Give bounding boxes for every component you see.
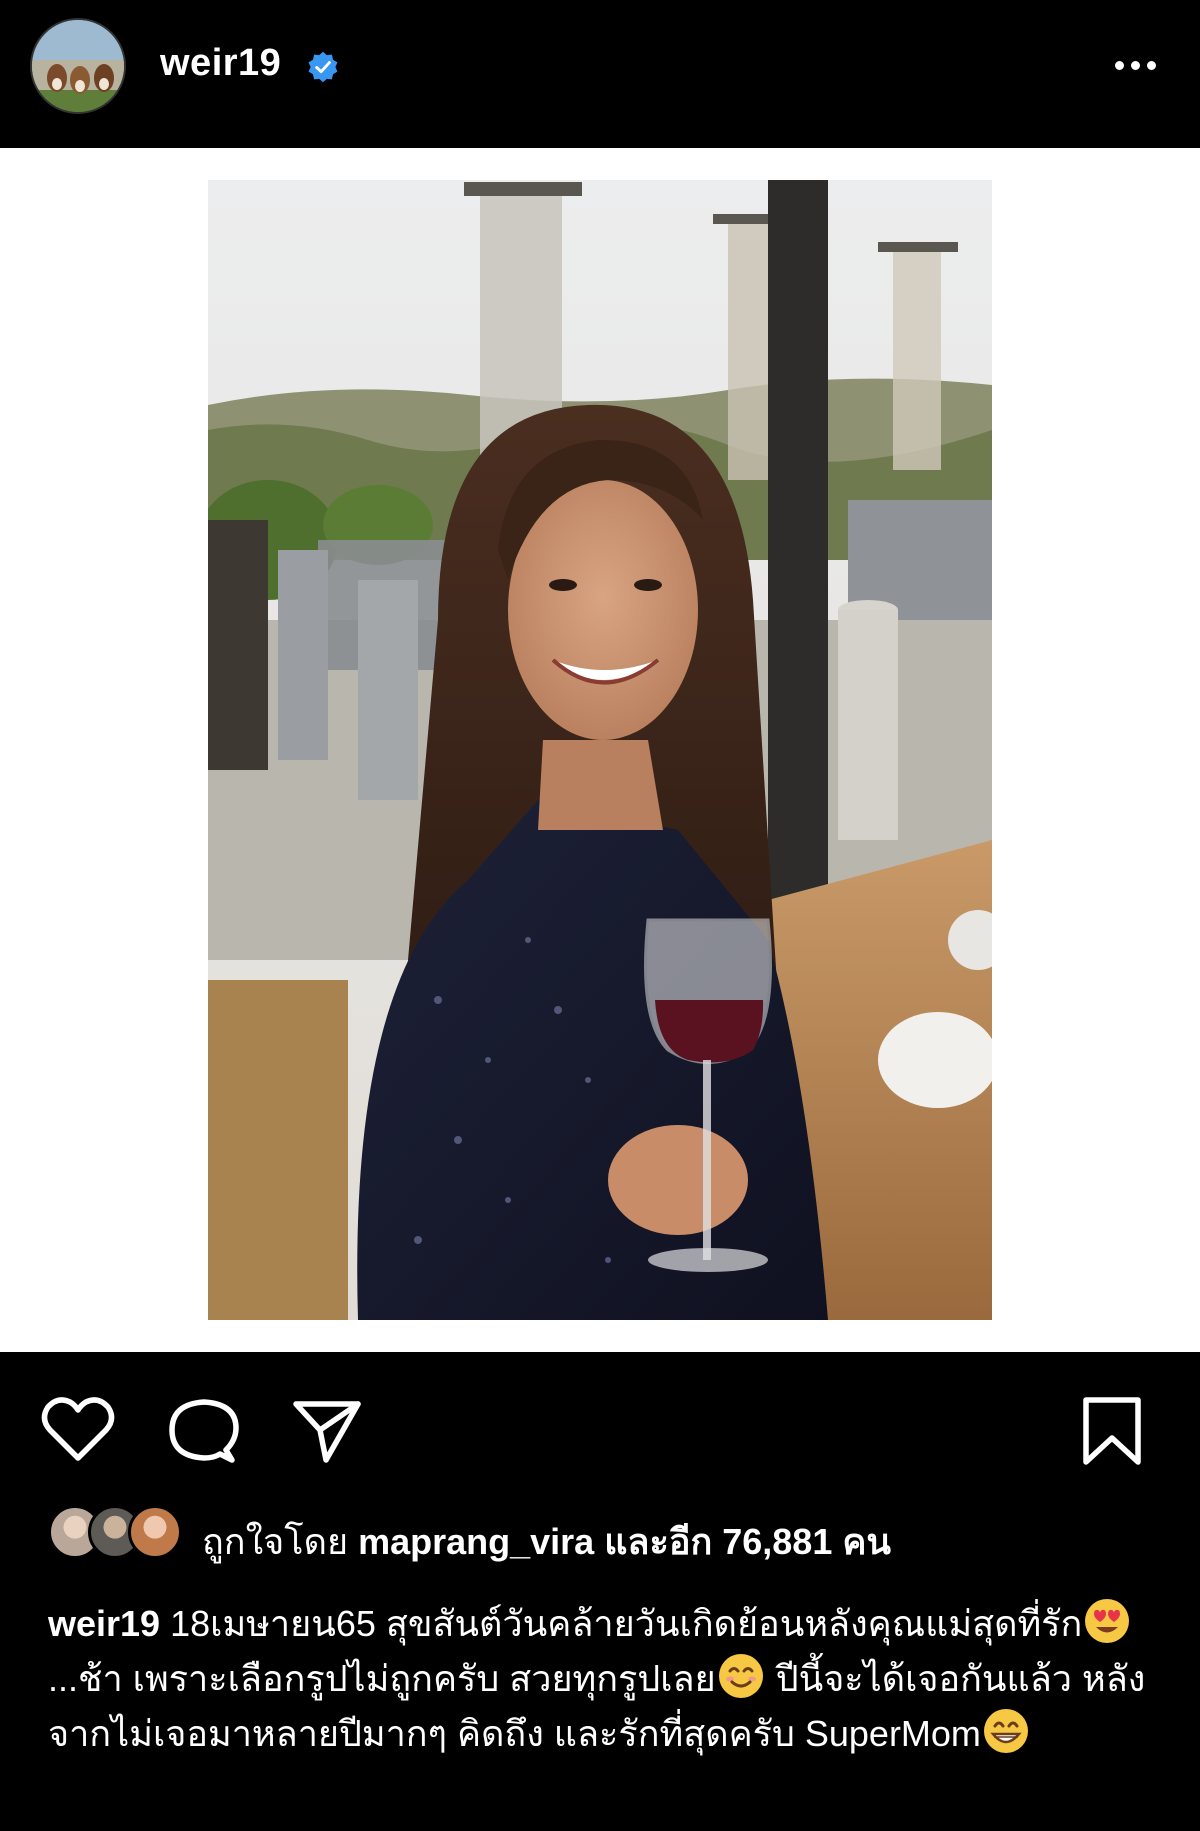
post-actions — [0, 1352, 1200, 1502]
likes-row: ถูกใจโดย maprang_vira และอีก 76,881 คน — [0, 1505, 1200, 1565]
send-icon[interactable] — [286, 1392, 366, 1468]
liker-avatars[interactable] — [48, 1505, 188, 1561]
post-header: weir19 — [0, 0, 1200, 148]
heart-eyes-emoji-icon — [1085, 1599, 1130, 1643]
bookmark-icon[interactable] — [1072, 1392, 1152, 1468]
profile-avatar[interactable] — [30, 18, 126, 114]
post-caption: weir19 18เมษายน65 สุขสันต์วันคล้ายวันเกิ… — [48, 1596, 1158, 1761]
caption-text-2: ...ช้า เพราะเลือกรูปไม่ถูกครับ สวยทุกรูป… — [48, 1658, 716, 1699]
likes-prefix: ถูกใจโดย — [202, 1521, 349, 1562]
caption-text-1: 18เมษายน65 สุขสันต์วันคล้ายวันเกิดย้อนหล… — [170, 1603, 1083, 1644]
verified-badge-icon — [308, 51, 338, 83]
likes-text: ถูกใจโดย maprang_vira และอีก 76,881 คน — [202, 1513, 891, 1570]
post-media[interactable] — [0, 148, 1200, 1352]
post-username[interactable]: weir19 — [160, 42, 281, 85]
caption-username[interactable]: weir19 — [48, 1603, 160, 1644]
smiling-emoji-icon — [718, 1654, 763, 1698]
likes-count[interactable]: และอีก 76,881 คน — [604, 1521, 891, 1562]
liker-username[interactable]: maprang_vira — [358, 1521, 594, 1562]
grinning-emoji-icon — [983, 1709, 1028, 1753]
more-options-icon[interactable] — [1105, 50, 1165, 80]
liker-avatar — [128, 1505, 182, 1559]
post-photo — [208, 180, 992, 1320]
heart-icon[interactable] — [38, 1392, 118, 1468]
comment-icon[interactable] — [162, 1392, 242, 1468]
